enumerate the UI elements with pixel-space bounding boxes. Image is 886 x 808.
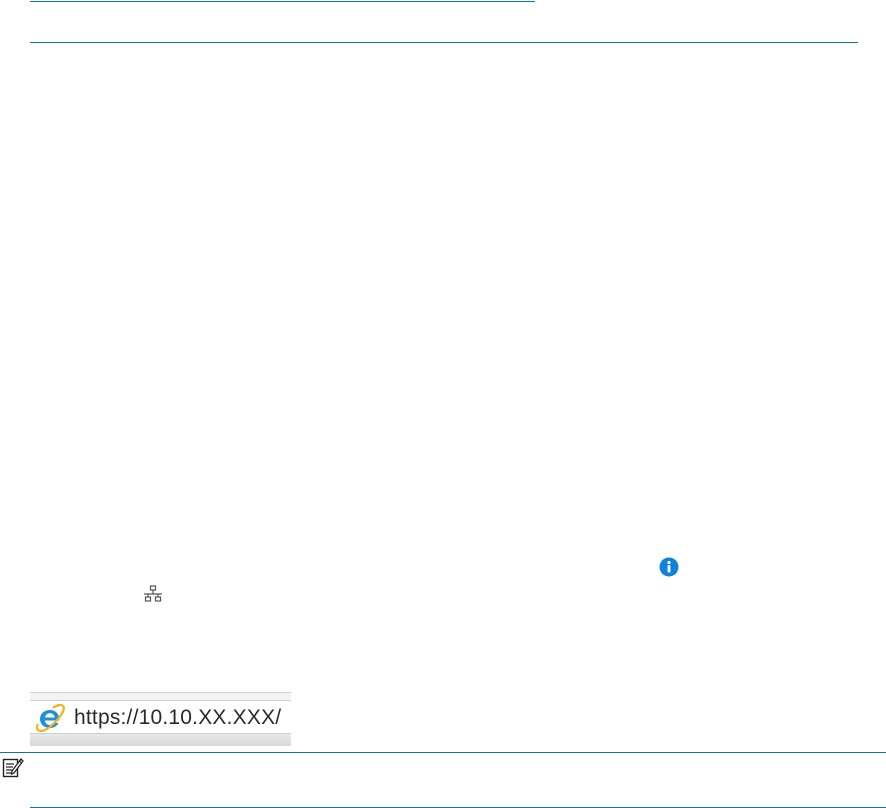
note-icon	[2, 758, 24, 778]
url-text: https://10.10.XX.XXX/	[74, 706, 282, 729]
network-icon	[144, 585, 162, 602]
top-divider	[30, 1, 535, 2]
address-bar-shadow	[30, 734, 291, 746]
header-divider	[30, 42, 858, 43]
address-field[interactable]: https://10.10.XX.XXX/	[30, 700, 291, 734]
info-icon	[659, 557, 679, 577]
note-top-divider	[0, 752, 886, 753]
browser-address-bar: https://10.10.XX.XXX/	[30, 692, 291, 746]
internet-explorer-icon	[35, 704, 65, 732]
